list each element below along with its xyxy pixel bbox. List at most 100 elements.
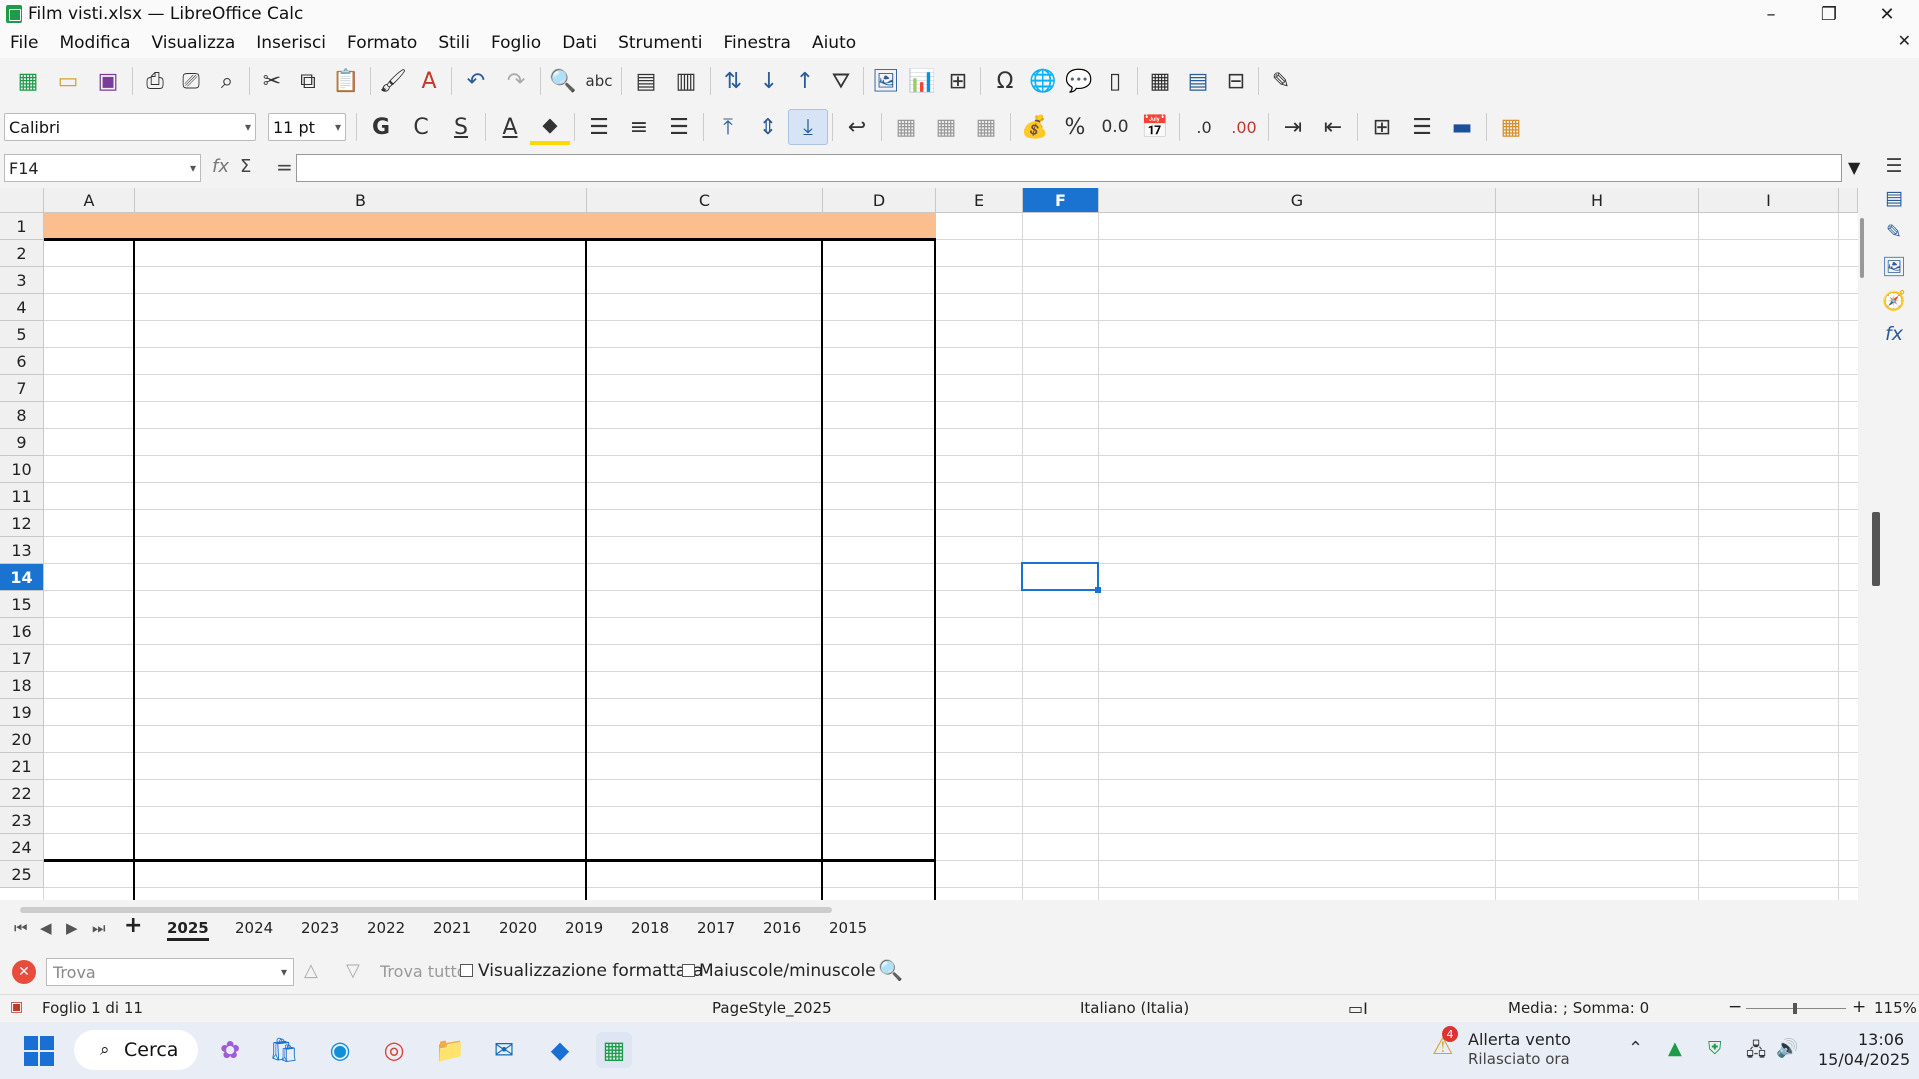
gallery-icon[interactable]: 🖼: [1882, 254, 1906, 278]
cut-icon[interactable]: ✂: [254, 63, 290, 99]
add-decimal-icon[interactable]: .0: [1184, 109, 1224, 145]
close-button[interactable]: ✕: [1858, 0, 1916, 28]
row-icon[interactable]: ▤: [626, 63, 666, 99]
sheet-tab-2021[interactable]: 2021: [433, 919, 471, 937]
freeze-rows-columns-icon[interactable]: ▤: [1178, 63, 1218, 99]
page-style[interactable]: PageStyle_2025: [712, 999, 832, 1017]
sidebar-collapse-handle[interactable]: [1872, 512, 1880, 586]
bold-button[interactable]: G: [361, 109, 401, 145]
sheet-tab-2020[interactable]: 2020: [499, 919, 537, 937]
row-header-12[interactable]: 12: [0, 510, 44, 537]
menu-finestra[interactable]: Finestra: [724, 33, 791, 53]
italic-button[interactable]: C: [401, 109, 441, 145]
pivot-table-icon[interactable]: ⊞: [940, 63, 976, 99]
row-header-19[interactable]: 19: [0, 699, 44, 726]
undo-icon[interactable]: ↶: [456, 63, 496, 99]
row-header-7[interactable]: 7: [0, 375, 44, 402]
font-color-icon[interactable]: A: [490, 109, 530, 145]
sort-ascending-icon[interactable]: ↓: [751, 63, 787, 99]
column-icon[interactable]: ▥: [666, 63, 706, 99]
row-header-5[interactable]: 5: [0, 321, 44, 348]
column-header-a[interactable]: A: [44, 188, 135, 213]
language-status[interactable]: Italiano (Italia): [1080, 999, 1189, 1017]
formatted-display-checkbox[interactable]: [460, 964, 473, 977]
redo-icon[interactable]: ↷: [496, 63, 536, 99]
print-preview-icon[interactable]: ⌕: [209, 63, 245, 99]
security-app-icon[interactable]: ◆: [542, 1032, 578, 1068]
find-next-icon[interactable]: ▽: [346, 960, 360, 981]
zoom-slider[interactable]: [1746, 1003, 1846, 1014]
chrome-icon[interactable]: ◎: [376, 1032, 412, 1068]
row-header-24[interactable]: 24: [0, 834, 44, 861]
menu-inserisci[interactable]: Inserisci: [256, 33, 326, 53]
row-header-21[interactable]: 21: [0, 753, 44, 780]
comment-icon[interactable]: 💬: [1061, 63, 1097, 99]
copilot-icon[interactable]: ✿: [212, 1032, 248, 1068]
sheet-tab-2022[interactable]: 2022: [367, 919, 405, 937]
selection-mode-icon[interactable]: ▭I: [1348, 999, 1368, 1018]
align-middle-icon[interactable]: ⇕: [748, 109, 788, 145]
formula-input[interactable]: [296, 154, 1842, 182]
column-header-b[interactable]: B: [135, 188, 587, 213]
row-header-15[interactable]: 15: [0, 591, 44, 618]
percent-format-icon[interactable]: %: [1055, 109, 1095, 145]
styles-icon[interactable]: ✎: [1882, 220, 1906, 244]
spelling-icon[interactable]: abc: [581, 63, 617, 99]
number-format-icon[interactable]: 0.0: [1095, 109, 1135, 145]
functions-icon[interactable]: fx: [1882, 322, 1906, 346]
first-sheet-icon[interactable]: ⏮: [14, 919, 28, 937]
close-find-icon[interactable]: ✕: [12, 960, 36, 984]
clear-formatting-icon[interactable]: A: [411, 63, 447, 99]
borders-icon[interactable]: ⊞: [1362, 109, 1402, 145]
copy-icon[interactable]: ⧉: [290, 63, 326, 99]
last-sheet-icon[interactable]: ⏭: [92, 919, 106, 937]
clock-date[interactable]: 15/04/2025: [1818, 1050, 1910, 1069]
align-left-icon[interactable]: ☰: [579, 109, 619, 145]
column-header-e[interactable]: E: [936, 188, 1023, 213]
split-window-icon[interactable]: ⊟: [1218, 63, 1254, 99]
menu-foglio[interactable]: Foglio: [491, 33, 541, 53]
autofill-handle[interactable]: [1095, 587, 1101, 593]
sheet-tab-2025[interactable]: 2025: [167, 919, 209, 941]
column-header-f[interactable]: F: [1023, 188, 1099, 213]
menu-aiuto[interactable]: Aiuto: [812, 33, 856, 53]
column-header-c[interactable]: C: [587, 188, 823, 213]
row-header-11[interactable]: 11: [0, 483, 44, 510]
sheet-tab-2019[interactable]: 2019: [565, 919, 603, 937]
row-header-8[interactable]: 8: [0, 402, 44, 429]
weather-title[interactable]: Allerta vento: [1468, 1030, 1571, 1049]
match-case-checkbox[interactable]: [682, 964, 695, 977]
row-header-14[interactable]: 14: [0, 564, 44, 591]
function-wizard-icon[interactable]: fx: [212, 156, 229, 177]
sum-icon[interactable]: Σ: [240, 156, 251, 177]
sort-descending-icon[interactable]: ↑: [787, 63, 823, 99]
outlook-icon[interactable]: ✉: [486, 1032, 522, 1068]
cell-cursor[interactable]: [1021, 562, 1101, 593]
row-header-13[interactable]: 13: [0, 537, 44, 564]
show-hidden-icons-icon[interactable]: ⌃: [1628, 1038, 1643, 1059]
zoom-out-icon[interactable]: −: [1728, 997, 1742, 1017]
export-pdf-icon[interactable]: ⎙: [137, 63, 173, 99]
insert-chart-icon[interactable]: 📊: [904, 63, 940, 99]
column-header-g[interactable]: G: [1099, 188, 1496, 213]
formula-icon[interactable]: =: [276, 155, 293, 179]
row-header-6[interactable]: 6: [0, 348, 44, 375]
minimize-button[interactable]: –: [1742, 0, 1800, 28]
find-previous-icon[interactable]: △: [304, 960, 318, 981]
sort-icon[interactable]: ⇅: [715, 63, 751, 99]
menu-formato[interactable]: Formato: [347, 33, 417, 53]
file-explorer-icon[interactable]: 📁: [432, 1032, 468, 1068]
insert-image-icon[interactable]: 🖼: [868, 63, 904, 99]
align-bottom-icon[interactable]: ⤓: [788, 109, 828, 145]
row-header-22[interactable]: 22: [0, 780, 44, 807]
print-icon[interactable]: ⎚: [173, 63, 209, 99]
sheet-tab-2015[interactable]: 2015: [829, 919, 867, 937]
spreadsheet-grid[interactable]: A B C D E F G H I 1 2 3 4 5 6 7 8 9 10 11 12 13 14 15 16 17 18 19 20…: [0, 188, 1858, 900]
column-header-j[interactable]: [1839, 188, 1858, 213]
menu-dati[interactable]: Dati: [562, 33, 597, 53]
row-header-18[interactable]: 18: [0, 672, 44, 699]
row-header-1[interactable]: 1: [0, 213, 44, 240]
row-header-10[interactable]: 10: [0, 456, 44, 483]
date-format-icon[interactable]: 📅: [1135, 109, 1175, 145]
special-character-icon[interactable]: Ω: [985, 63, 1025, 99]
